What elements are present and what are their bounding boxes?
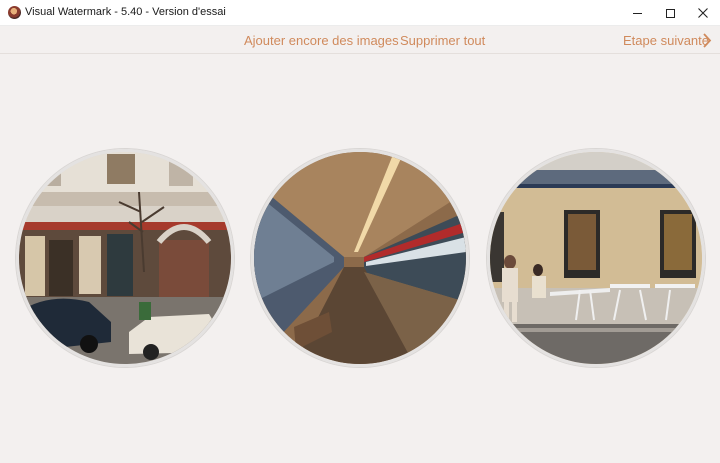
remove-all-button[interactable]: Supprimer tout	[400, 33, 485, 48]
chevron-right-icon[interactable]	[700, 32, 714, 49]
window-title: Visual Watermark - 5.40 - Version d'essa…	[25, 6, 226, 18]
app-logo-icon	[8, 6, 21, 19]
street-storefront-photo[interactable]	[16, 149, 234, 367]
close-icon	[698, 8, 708, 18]
maximize-button[interactable]	[653, 0, 687, 26]
minimize-icon	[632, 12, 642, 14]
maximize-icon	[665, 8, 675, 18]
next-step-button[interactable]: Etape suivante	[623, 33, 709, 48]
subway-station-image	[254, 152, 466, 364]
cafe-terrace-image	[490, 152, 702, 364]
title-bar: Visual Watermark - 5.40 - Version d'essa…	[0, 0, 720, 26]
toolbar: Ajouter encore des images Supprimer tout…	[0, 27, 720, 54]
cafe-terrace-photo[interactable]	[487, 149, 705, 367]
close-button[interactable]	[686, 0, 720, 26]
subway-station-photo[interactable]	[251, 149, 469, 367]
minimize-button[interactable]	[620, 0, 654, 26]
street-storefront-image	[19, 152, 231, 364]
add-images-button[interactable]: Ajouter encore des images	[244, 33, 399, 48]
